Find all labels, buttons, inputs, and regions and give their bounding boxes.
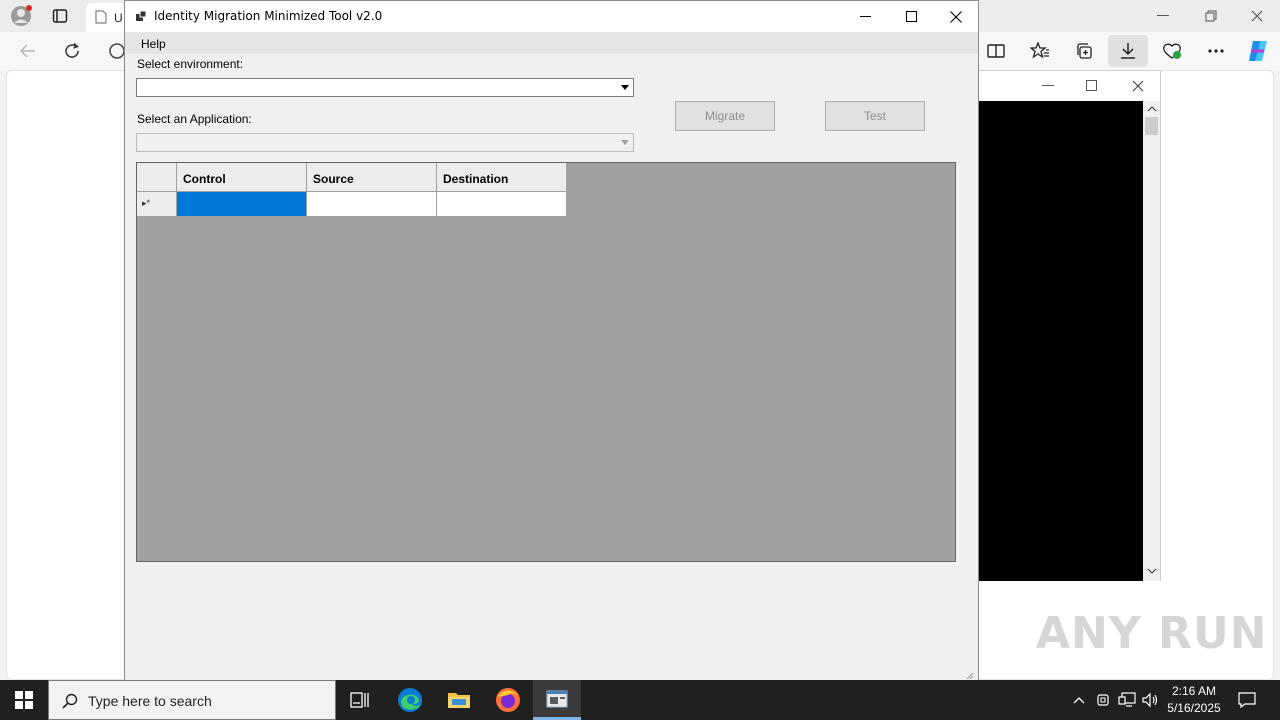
app-title: Identity Migration Minimized Tool v2.0 — [154, 9, 383, 23]
device-icon[interactable] — [1094, 691, 1112, 709]
clock-time: 2:16 AM — [1171, 684, 1217, 698]
mapping-grid[interactable]: Control Source Destination ▸* — [136, 162, 956, 562]
refresh-icon[interactable] — [60, 40, 84, 62]
menu-help[interactable]: Help — [141, 37, 166, 51]
task-view-icon — [350, 692, 370, 708]
app-close-button[interactable] — [933, 1, 979, 32]
console-scrollbar[interactable] — [1143, 101, 1160, 581]
copilot-icon[interactable] — [1244, 38, 1272, 64]
chevron-up-icon[interactable] — [1070, 692, 1088, 708]
network-icon[interactable] — [1117, 691, 1137, 709]
column-header-control[interactable]: Control — [177, 163, 307, 192]
migration-tool-taskbar-button[interactable] — [533, 680, 581, 720]
scroll-up-icon[interactable] — [1145, 103, 1158, 115]
environment-label: Select environment: — [137, 57, 244, 71]
downloads-icon[interactable] — [1108, 35, 1148, 67]
application-select[interactable] — [136, 133, 634, 152]
more-options-icon[interactable] — [1204, 40, 1228, 62]
tab-actions-icon[interactable] — [50, 6, 70, 26]
firefox-taskbar-button[interactable] — [484, 680, 532, 720]
grid-cell-destination[interactable] — [437, 192, 567, 217]
migrate-button[interactable]: Migrate — [675, 101, 775, 131]
edge-taskbar-button[interactable] — [386, 680, 434, 720]
page-icon — [94, 10, 108, 24]
system-clock[interactable]: 2:16 AM 5/16/2025 — [1166, 683, 1222, 717]
menu-bar: Help — [125, 32, 978, 54]
favorites-icon[interactable] — [1028, 40, 1052, 62]
application-label: Select an Application: — [137, 112, 252, 126]
app-window-icon — [546, 690, 568, 708]
browser-minimize-icon[interactable] — [1150, 6, 1176, 26]
task-view-button[interactable] — [336, 680, 384, 720]
close-icon — [950, 10, 962, 23]
chevron-down-icon[interactable] — [617, 135, 632, 150]
firefox-icon — [495, 687, 521, 713]
console-maximize-icon[interactable] — [1079, 77, 1105, 95]
browser-close-icon[interactable] — [1244, 6, 1270, 26]
browser-tab-title: U — [114, 11, 123, 25]
migration-tool-window: Identity Migration Minimized Tool v2.0 H… — [124, 0, 979, 682]
collections-icon[interactable] — [1072, 40, 1096, 62]
chevron-down-icon[interactable] — [617, 80, 632, 95]
search-placeholder: Type here to search — [88, 693, 212, 709]
console-scroll-thumb[interactable] — [1145, 117, 1158, 135]
taskbar-search[interactable]: Type here to search — [48, 680, 336, 720]
search-icon[interactable] — [104, 38, 126, 64]
console-titlebar — [979, 71, 1160, 101]
watermark-logo: ANY RUN — [1036, 608, 1268, 659]
clock-date: 5/16/2025 — [1167, 701, 1221, 715]
grid-cell-source[interactable] — [307, 192, 437, 217]
windows-logo-icon — [15, 691, 33, 709]
app-minimize-button[interactable] — [842, 1, 888, 32]
app-maximize-button[interactable] — [888, 1, 934, 32]
split-screen-icon[interactable] — [984, 40, 1008, 62]
grid-cell-control[interactable] — [177, 192, 307, 217]
start-button[interactable] — [0, 680, 48, 720]
notifications-icon[interactable] — [1236, 690, 1258, 710]
browser-restore-icon[interactable] — [1198, 6, 1224, 26]
taskbar: Type here to search 2:16 AM 5/16/2025 — [0, 680, 1280, 720]
new-row-indicator[interactable]: ▸* — [137, 192, 177, 217]
profile-avatar-icon[interactable] — [8, 5, 34, 27]
column-header-destination[interactable]: Destination — [437, 163, 567, 192]
file-explorer-taskbar-button[interactable] — [435, 680, 483, 720]
back-icon[interactable] — [16, 40, 40, 62]
console-close-icon[interactable] — [1125, 77, 1151, 95]
volume-icon[interactable] — [1141, 691, 1161, 709]
app-icon — [134, 9, 148, 23]
scroll-down-icon[interactable] — [1145, 565, 1158, 577]
maximize-icon — [905, 11, 917, 22]
edge-icon — [397, 687, 423, 713]
environment-select[interactable] — [136, 78, 634, 97]
console-window — [978, 70, 1161, 581]
console-output — [979, 101, 1143, 581]
grid-corner-header — [137, 163, 177, 192]
browser-tab[interactable]: U — [86, 3, 126, 32]
folder-icon — [447, 690, 471, 710]
app-titlebar: Identity Migration Minimized Tool v2.0 — [125, 1, 978, 32]
column-header-source[interactable]: Source — [307, 163, 437, 192]
minimize-icon — [859, 15, 871, 18]
browser-essentials-icon[interactable] — [1160, 40, 1184, 62]
search-icon — [61, 692, 79, 710]
test-button[interactable]: Test — [825, 101, 925, 131]
console-minimize-icon[interactable] — [1035, 77, 1061, 95]
